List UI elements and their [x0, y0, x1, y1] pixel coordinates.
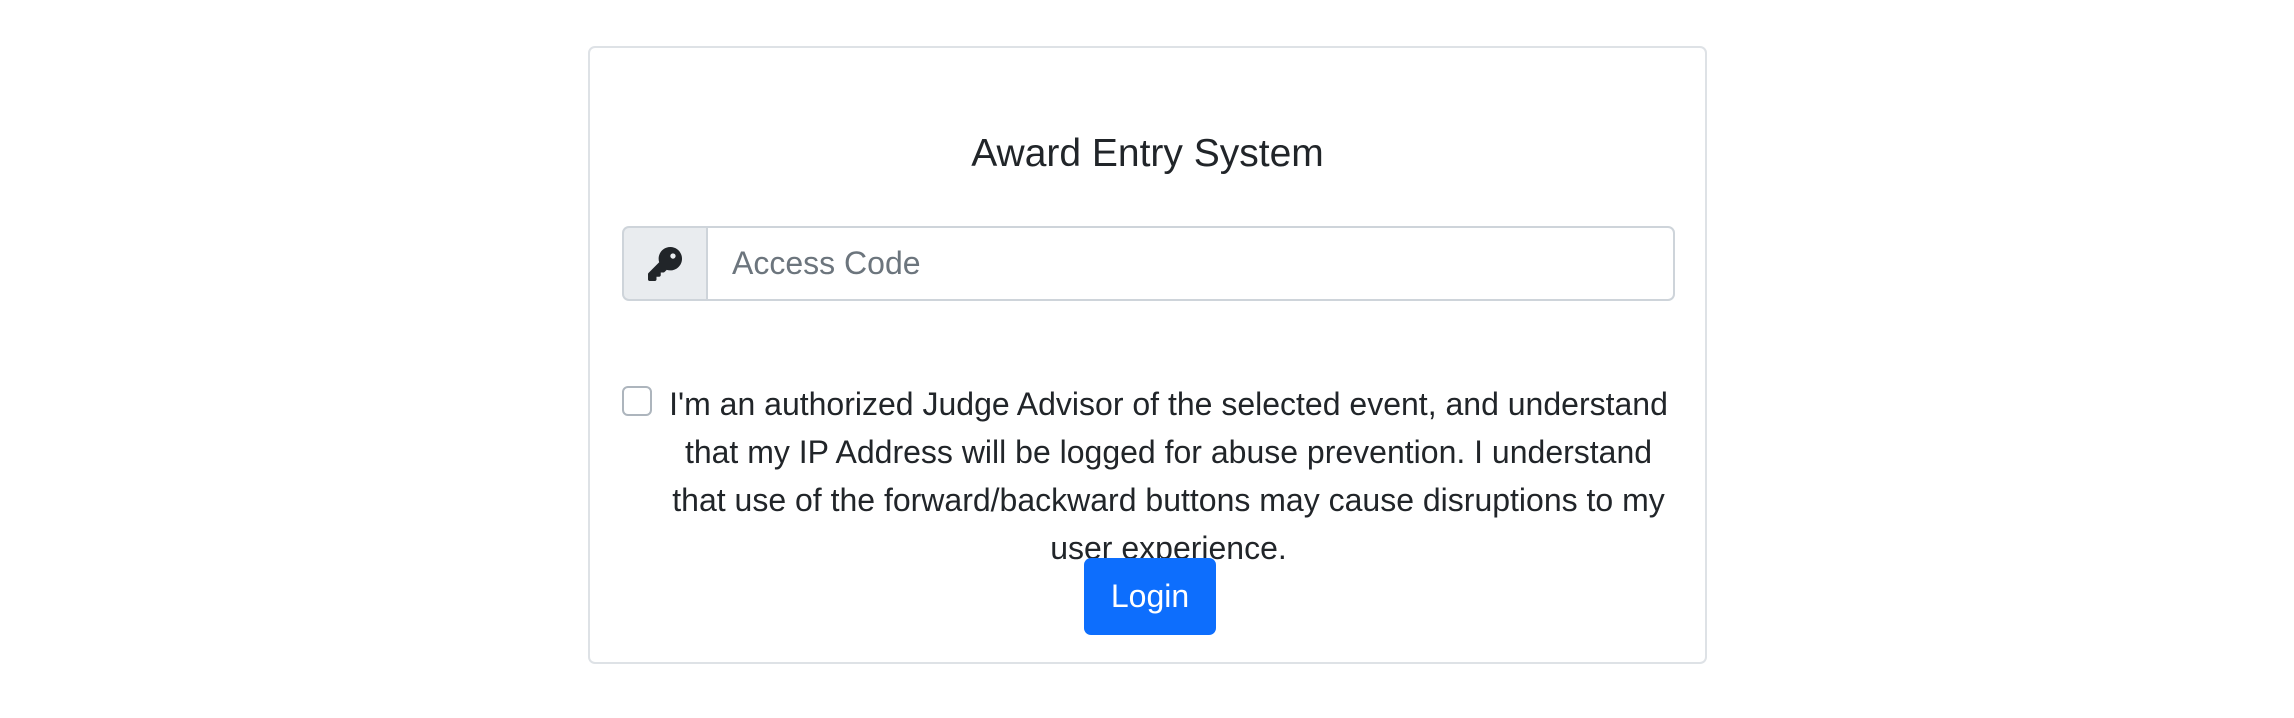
consent-checkbox[interactable]: [622, 386, 652, 416]
access-code-input[interactable]: [706, 226, 1675, 301]
login-button[interactable]: Login: [1084, 558, 1216, 635]
login-card: Award Entry System I'm an authorized Jud…: [588, 46, 1707, 664]
access-code-addon: [622, 226, 706, 301]
consent-label: I'm an authorized Judge Advisor of the s…: [669, 386, 1668, 566]
key-icon: [648, 246, 682, 281]
page-title: Award Entry System: [971, 132, 1324, 175]
access-code-group: [622, 226, 1675, 301]
